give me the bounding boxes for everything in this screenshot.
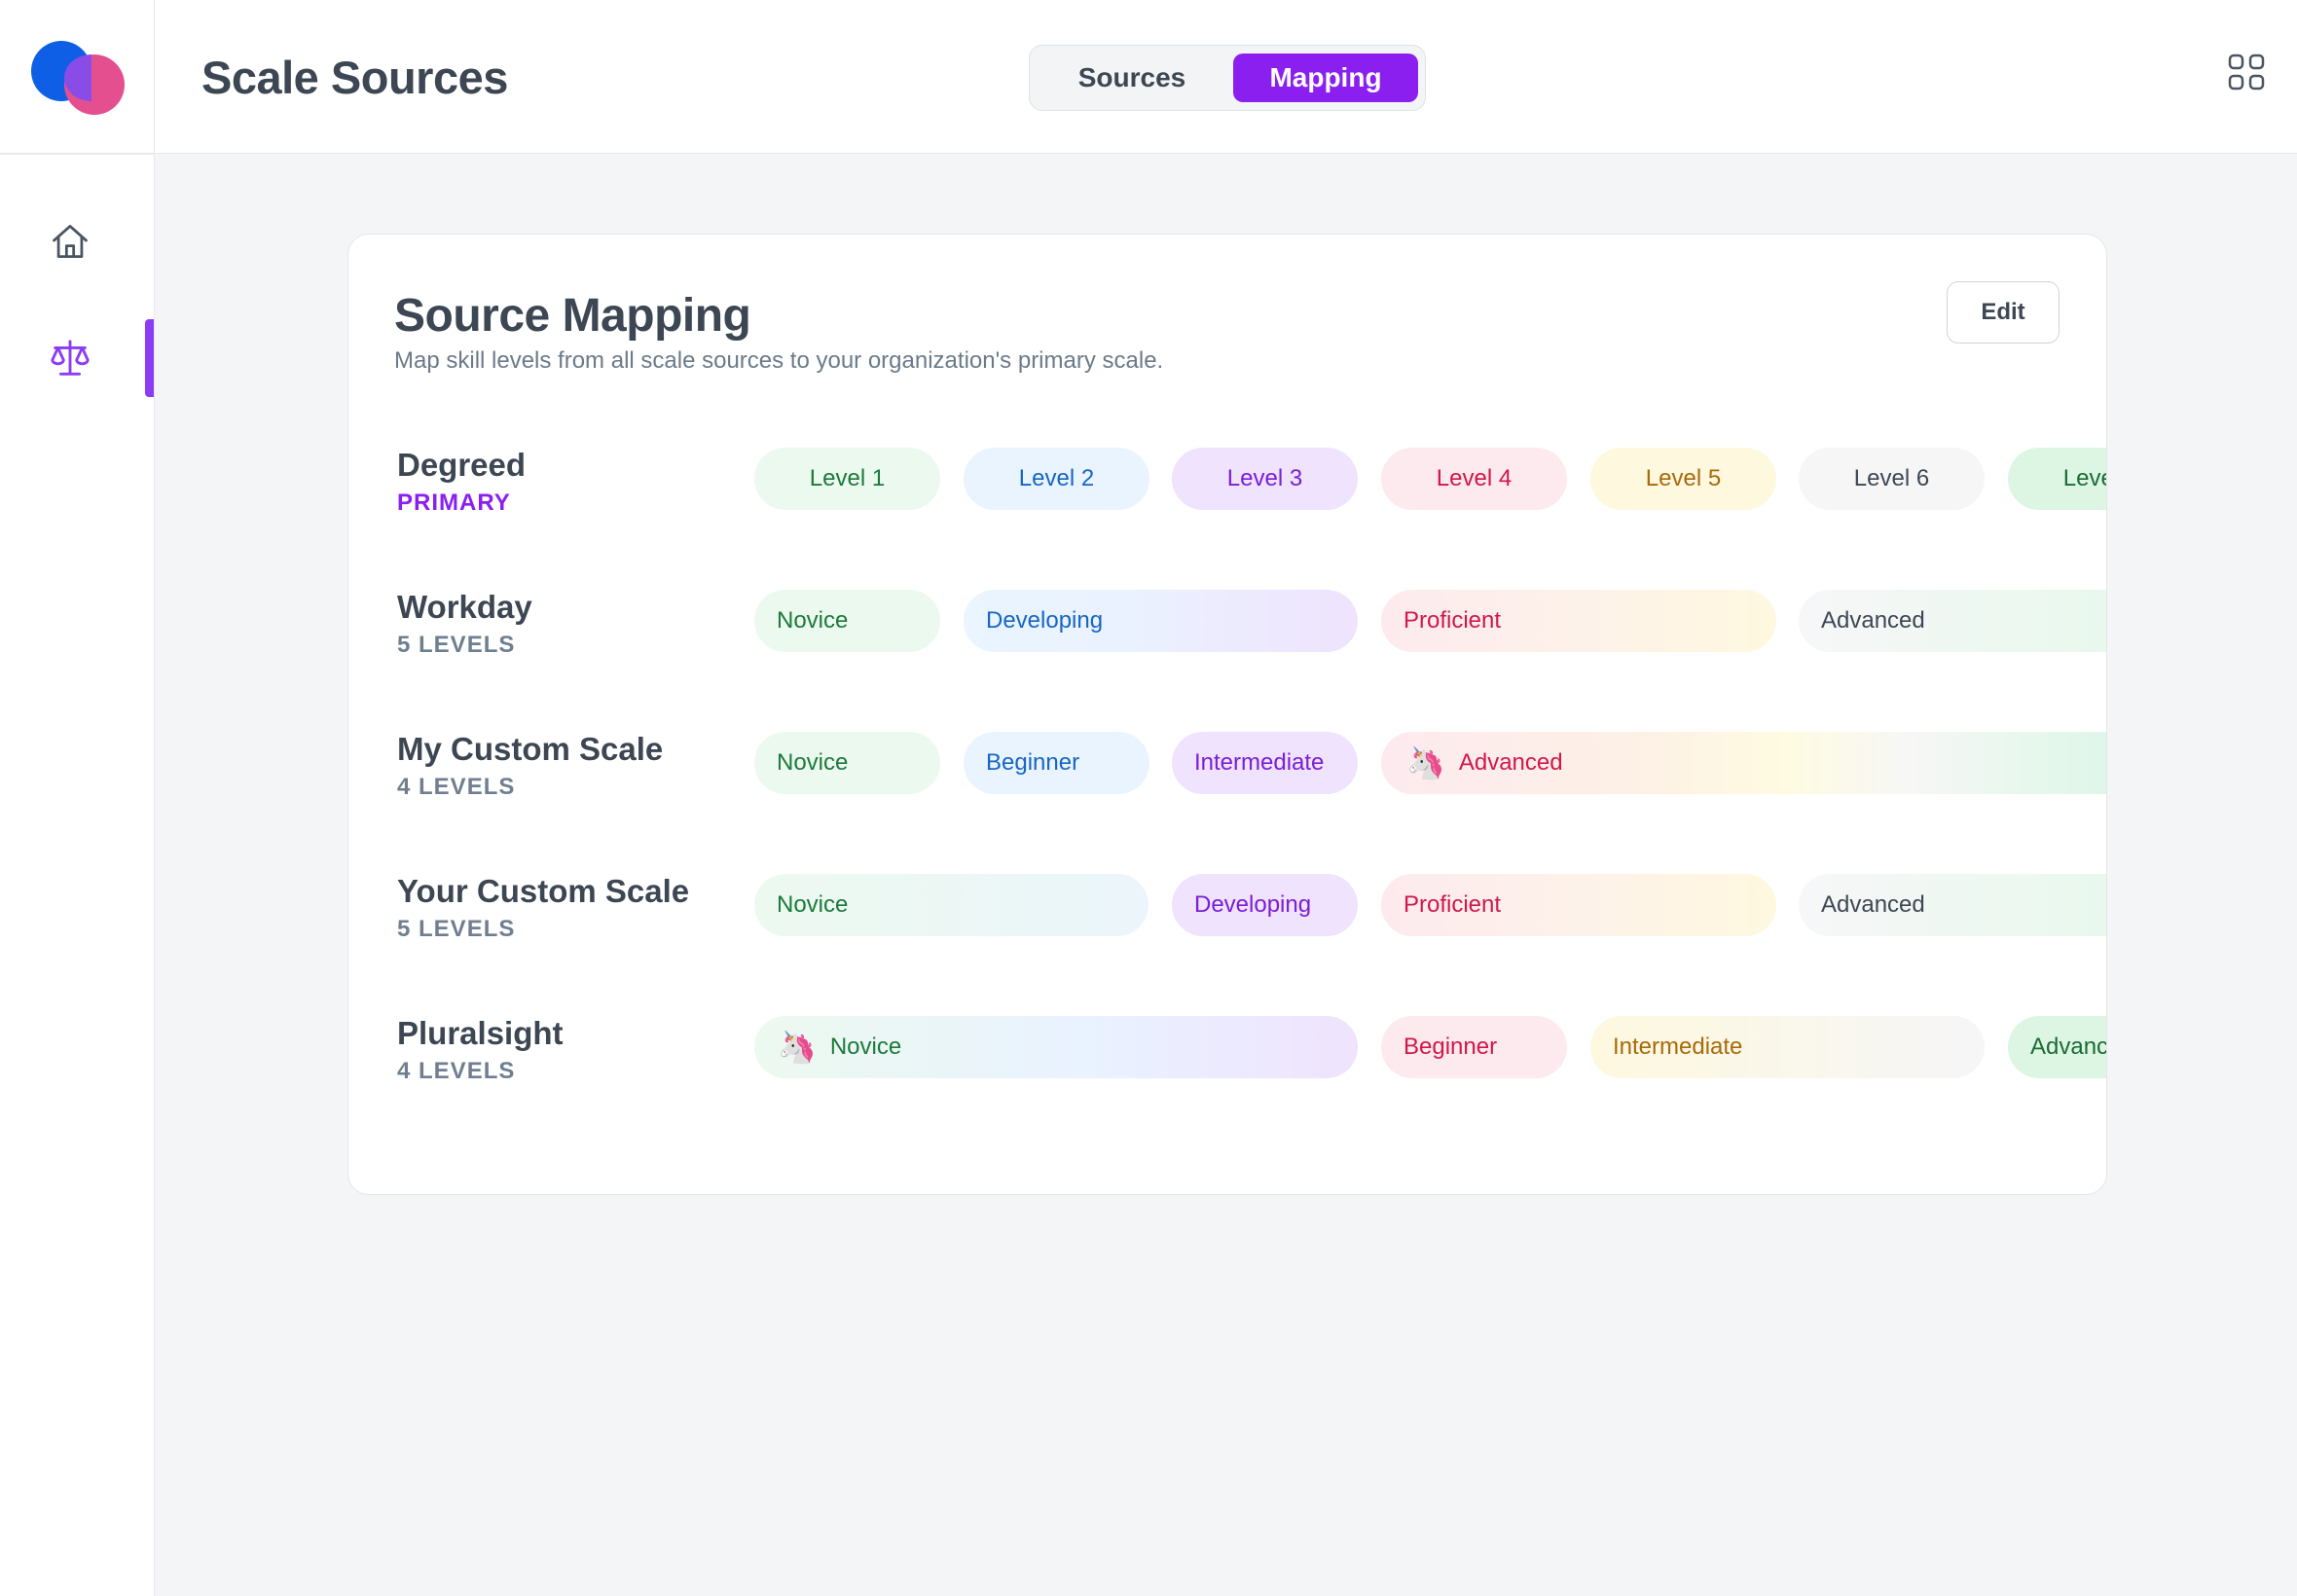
unicorn-icon: 🦄 xyxy=(1406,745,1445,780)
tab-mapping[interactable]: Mapping xyxy=(1233,54,1418,102)
primary-badge: PRIMARY xyxy=(397,490,511,516)
level-pill[interactable]: Level 5 xyxy=(1590,448,1776,510)
level-pill[interactable]: Level 7 xyxy=(2008,448,2106,510)
level-pill[interactable]: Level 2 xyxy=(964,448,1149,510)
card-subtitle: Map skill levels from all scale sources … xyxy=(394,347,1164,374)
level-pill[interactable]: Proficient xyxy=(1381,590,1776,652)
sidebar-divider xyxy=(0,153,155,155)
grid-icon xyxy=(2228,54,2265,91)
scale-icon xyxy=(51,340,90,376)
level-pill[interactable]: Advanced xyxy=(1799,874,2106,936)
level-pill[interactable]: Advanced xyxy=(2008,1016,2106,1078)
sidebar xyxy=(0,0,155,1596)
level-pill[interactable]: Level 6 xyxy=(1799,448,1985,510)
card-title: Source Mapping xyxy=(394,290,751,342)
level-pill[interactable]: Advanced xyxy=(1799,590,2106,652)
row-source-name: Degreed xyxy=(397,447,527,483)
level-pill[interactable]: Proficient xyxy=(1381,874,1776,936)
row-source-name: Pluralsight xyxy=(397,1015,564,1051)
level-pill[interactable]: Novice xyxy=(754,590,940,652)
row-source-name: My Custom Scale xyxy=(397,731,664,767)
level-pill[interactable]: Beginner xyxy=(1381,1016,1567,1078)
level-pill[interactable]: Beginner xyxy=(964,732,1149,794)
level-pill[interactable]: Level 3 xyxy=(1172,448,1358,510)
active-nav-indicator xyxy=(145,319,154,397)
home-icon xyxy=(53,225,88,258)
sidebar-item-home[interactable] xyxy=(39,210,101,272)
level-pill[interactable]: Intermediate xyxy=(1590,1016,1985,1078)
row-level-count: 5 LEVELS xyxy=(397,632,516,658)
level-pill[interactable]: Intermediate xyxy=(1172,732,1358,794)
top-header: Scale Sources Sources Mapping xyxy=(155,0,2297,154)
level-pill[interactable]: Novice xyxy=(754,874,1148,936)
view-switcher: Sources Mapping xyxy=(1029,45,1426,111)
source-mapping-card: Source Mapping Map skill levels from all… xyxy=(347,234,2107,1195)
level-pill[interactable]: Developing xyxy=(964,590,1358,652)
level-pill-merged[interactable]: 🦄 Advanced xyxy=(1381,732,2106,794)
row-source-name: Your Custom Scale xyxy=(397,873,690,909)
page-title: Scale Sources xyxy=(201,52,508,103)
level-pill[interactable]: Level 1 xyxy=(754,448,940,510)
row-level-count: 4 LEVELS xyxy=(397,774,516,800)
row-source-name: Workday xyxy=(397,589,532,625)
edit-button[interactable]: Edit xyxy=(1947,281,2060,344)
unicorn-icon: 🦄 xyxy=(778,1030,817,1065)
level-pill-label: Advanced xyxy=(1458,749,1563,776)
apps-button[interactable] xyxy=(2227,53,2266,91)
tab-sources[interactable]: Sources xyxy=(1037,54,1227,102)
app-logo[interactable] xyxy=(31,41,125,115)
row-level-count: 5 LEVELS xyxy=(397,916,516,942)
row-level-count: 4 LEVELS xyxy=(397,1058,516,1084)
level-pill-merged[interactable]: 🦄 Novice xyxy=(754,1016,1358,1078)
level-pill[interactable]: Level 4 xyxy=(1381,448,1567,510)
sidebar-item-scales[interactable] xyxy=(39,327,101,389)
level-pill[interactable]: Developing xyxy=(1172,874,1358,936)
level-pill[interactable]: Novice xyxy=(754,732,940,794)
level-pill-label: Novice xyxy=(829,1034,902,1060)
